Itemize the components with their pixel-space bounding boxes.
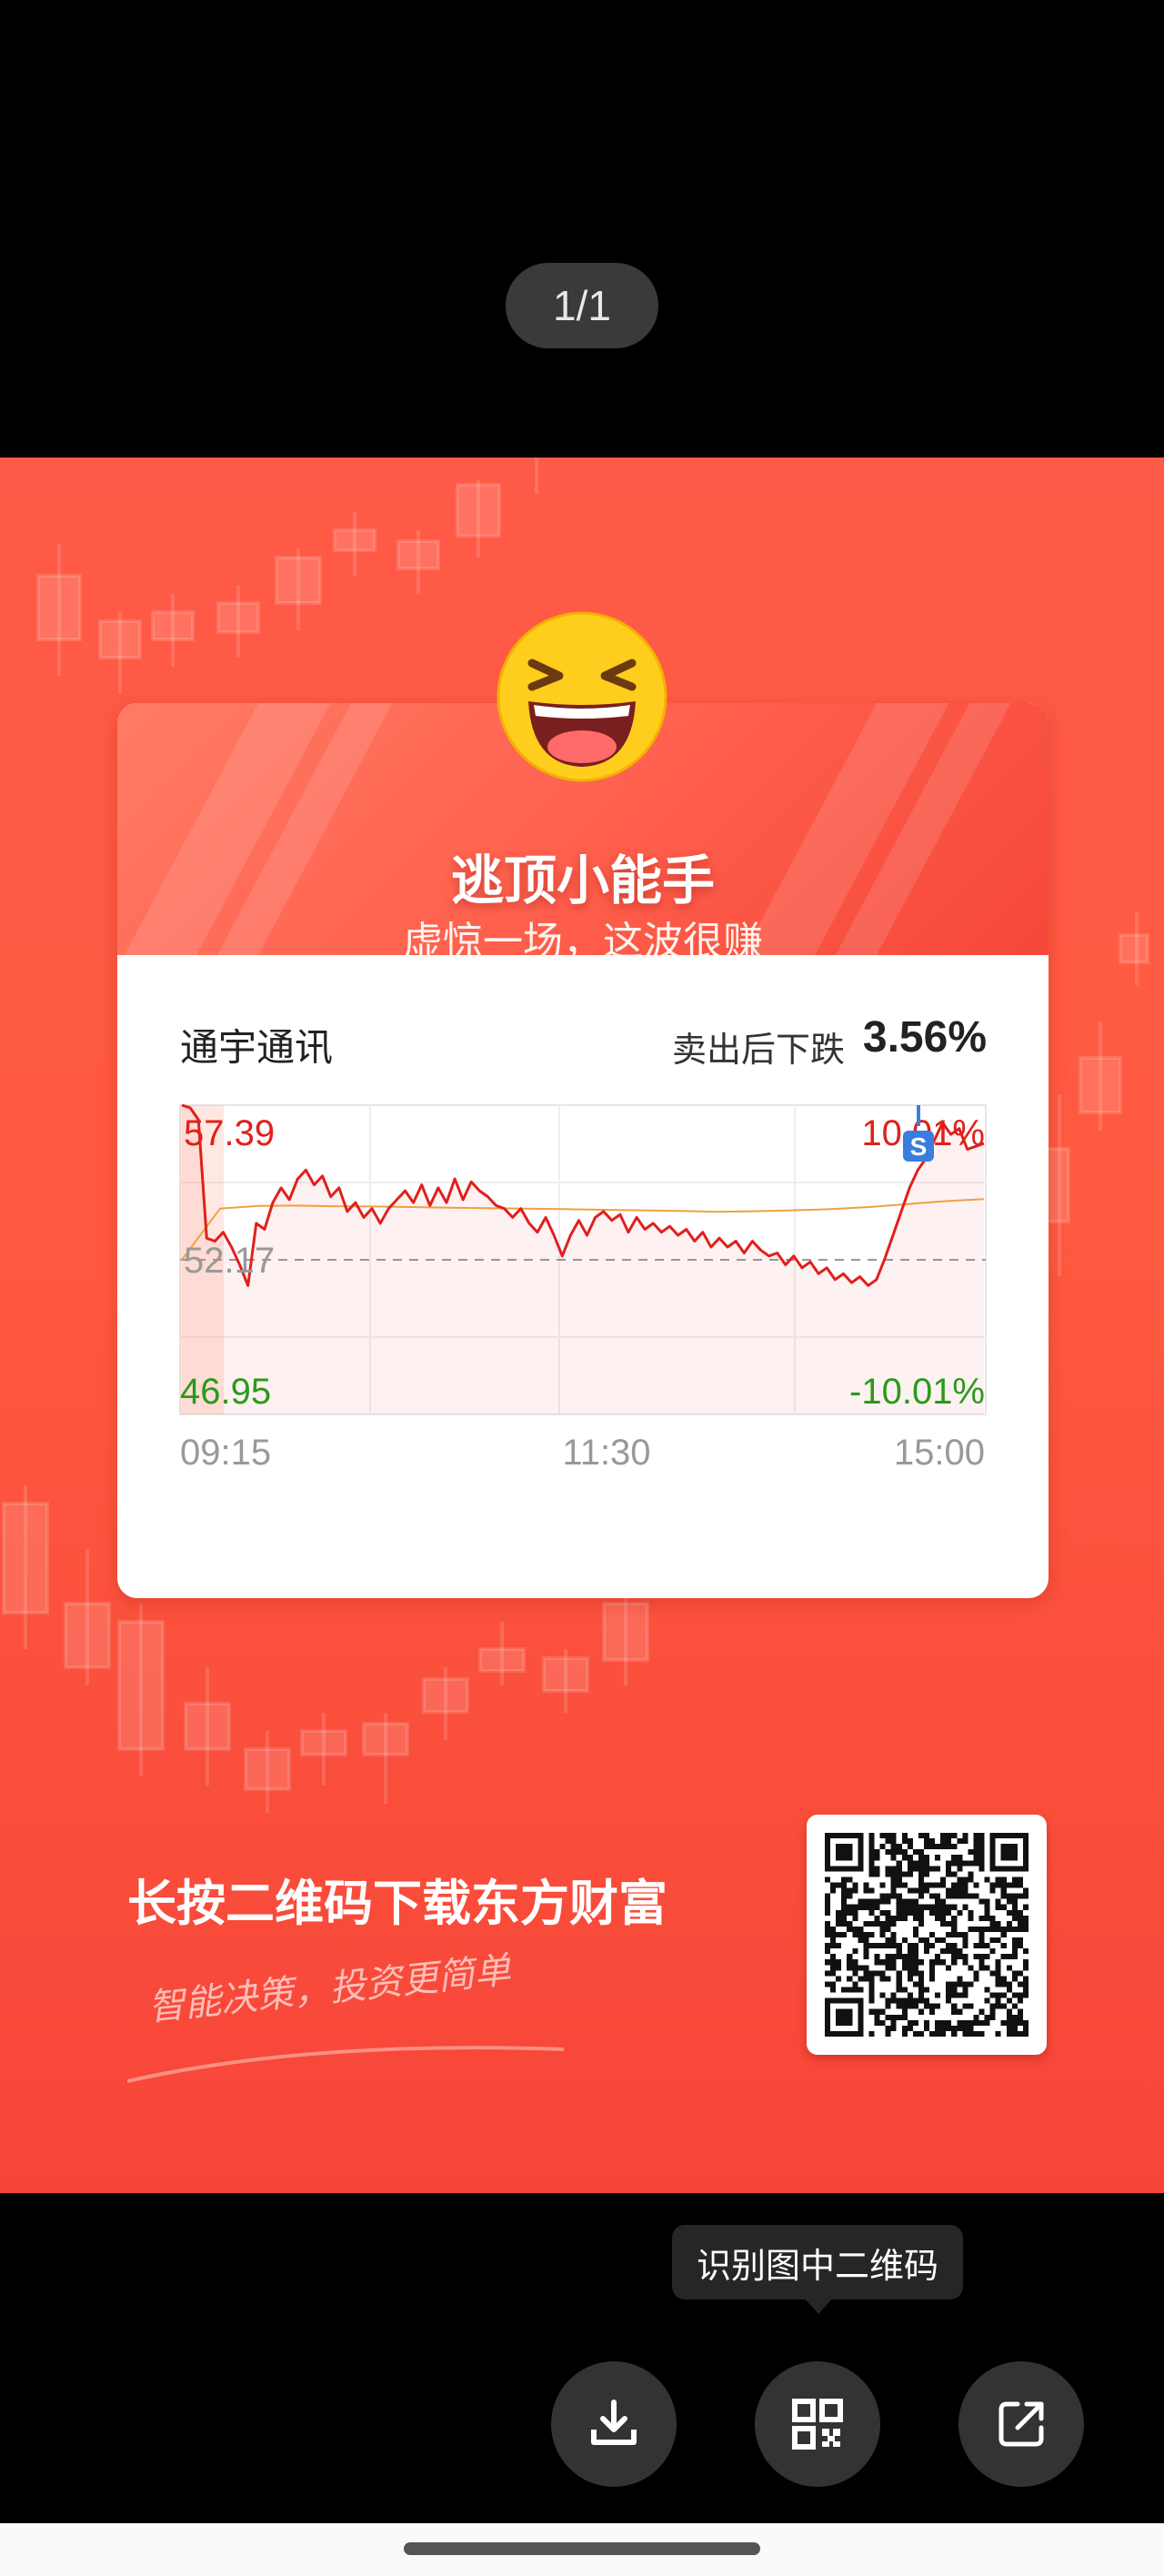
svg-text:S: S [910,1132,928,1161]
intraday-chart: 57.39 52.17 46.95 10.01% -10.01% 09:15 1… [179,1103,987,1473]
laughing-face-icon [497,611,667,782]
x-tick-end: 15:00 [894,1433,985,1473]
home-indicator[interactable] [404,2542,760,2555]
pct-label-bottom: -10.01% [849,1372,985,1412]
download-button[interactable] [551,2361,677,2487]
x-tick-mid: 11:30 [562,1433,650,1473]
download-qr-code[interactable] [807,1815,1047,2055]
y-label-top: 57.39 [184,1113,275,1153]
slogan-swoosh [127,2046,564,2083]
share-button[interactable] [958,2361,1084,2487]
page-counter: 1/1 [506,263,658,348]
scan-qr-tooltip[interactable]: 识别图中二维码 [672,2225,963,2299]
result-card: 逃顶小能手 虚惊一场，这波很赚 通宇通讯 卖出后下跌 3.56% 57.39 5… [117,703,1049,1598]
download-icon [591,2400,637,2445]
scan-qr-button[interactable] [755,2361,880,2487]
qr-code-image [825,1833,1029,2037]
share-icon [998,2401,1044,2447]
y-label-bottom: 46.95 [180,1372,271,1412]
qr-scan-icon [792,2399,843,2450]
promo-title: 长按二维码下载东方财富 [127,1875,667,1932]
share-poster[interactable]: 逃顶小能手 虚惊一场，这波很赚 通宇通讯 卖出后下跌 3.56% 57.39 5… [0,458,1164,2193]
y-label-mid: 52.17 [184,1241,275,1281]
x-tick-start: 09:15 [180,1433,271,1473]
tooltip-arrow [804,2298,833,2314]
